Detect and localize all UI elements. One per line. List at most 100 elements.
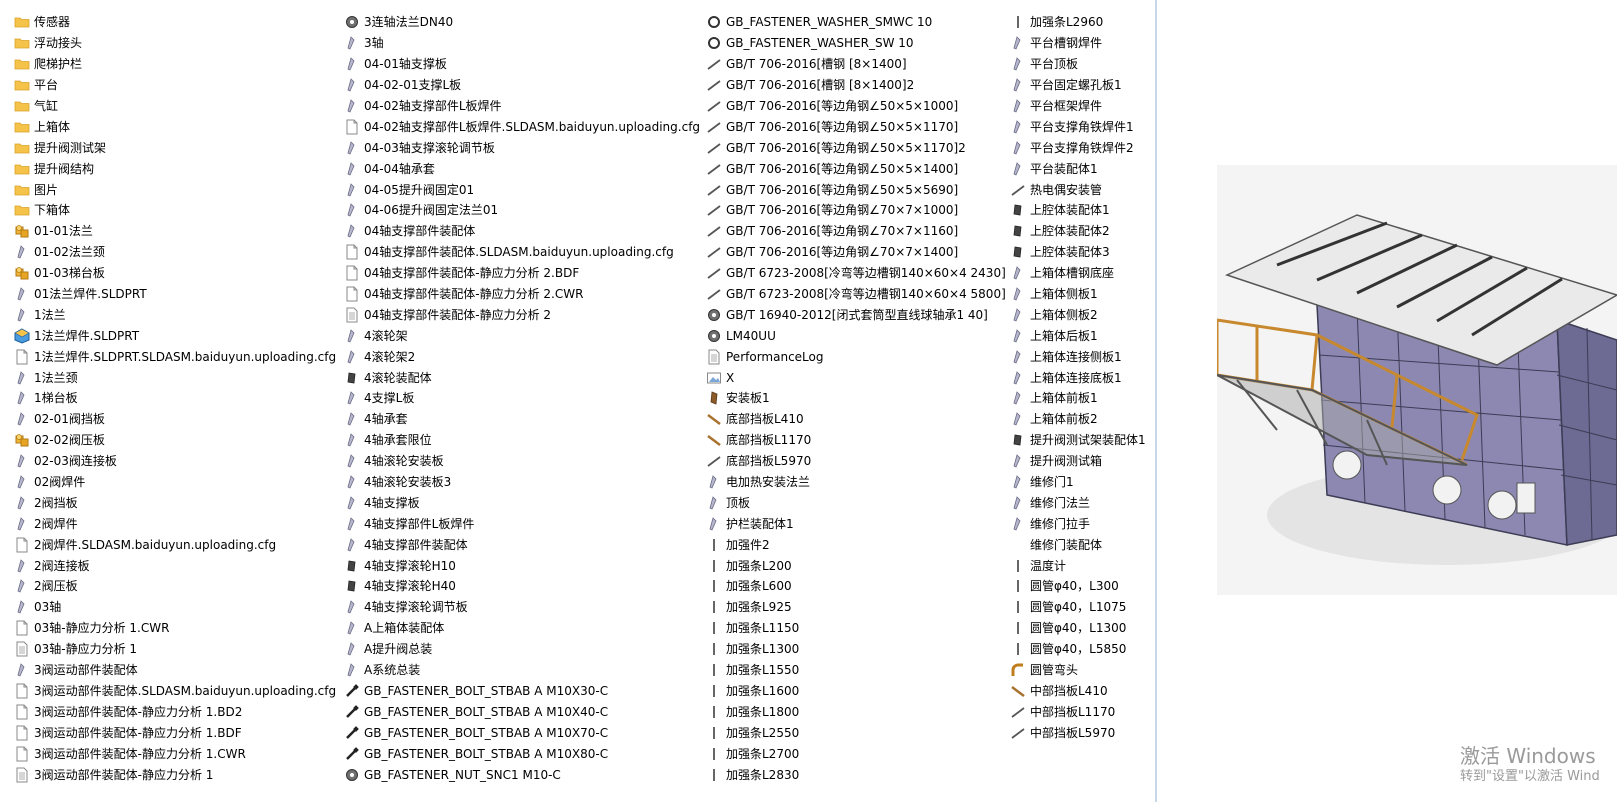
file-item[interactable]: 02阀焊件 <box>14 472 336 493</box>
file-item[interactable]: A提升阀总装 <box>344 639 700 660</box>
file-item[interactable]: 加强条L1300 <box>706 639 1006 660</box>
file-item[interactable]: 4轴滚轮安装板3 <box>344 472 700 493</box>
file-item[interactable]: 03轴-静应力分析 1 <box>14 639 336 660</box>
file-item[interactable]: GB/T 706-2016[等边角钢∠50×5×1170]2 <box>706 137 1006 158</box>
file-item[interactable]: 04轴支撑部件装配体.SLDASM.baiduyun.uploading.cfg <box>344 242 700 263</box>
file-item[interactable]: 04-04轴承套 <box>344 158 700 179</box>
file-item[interactable]: 1梯台板 <box>14 388 336 409</box>
file-item[interactable]: 04-03轴支撑滚轮调节板 <box>344 137 700 158</box>
file-item[interactable]: 4滚轮架 <box>344 325 700 346</box>
file-item[interactable]: 平台顶板 <box>1010 54 1146 75</box>
file-item[interactable]: X <box>706 367 1006 388</box>
file-item[interactable]: GB/T 706-2016[等边角钢∠50×5×5690] <box>706 179 1006 200</box>
file-item[interactable]: 底部挡板L1170 <box>706 430 1006 451</box>
file-item[interactable]: 上箱体槽钢底座 <box>1010 263 1146 284</box>
file-item[interactable]: 上箱体前板2 <box>1010 409 1146 430</box>
file-item[interactable]: 01-01法兰 <box>14 221 336 242</box>
file-item[interactable]: GB_FASTENER_WASHER_SW 10 <box>706 33 1006 54</box>
file-item[interactable]: GB/T 6723-2008[冷弯等边槽钢140×60×4 5800] <box>706 284 1006 305</box>
file-item[interactable]: GB/T 706-2016[等边角钢∠50×5×1170] <box>706 116 1006 137</box>
file-item[interactable]: GB_FASTENER_BOLT_STBAB A M10X80-C <box>344 743 700 764</box>
file-item[interactable]: 上箱体连接侧板1 <box>1010 346 1146 367</box>
file-item[interactable]: 加强条L2550 <box>706 722 1006 743</box>
file-item[interactable]: 提升阀结构 <box>14 158 336 179</box>
file-item[interactable]: 上箱体侧板2 <box>1010 304 1146 325</box>
file-item[interactable]: 04-02-01支撑L板 <box>344 75 700 96</box>
file-item[interactable]: 03轴-静应力分析 1.CWR <box>14 618 336 639</box>
file-item[interactable]: 1法兰焊件.SLDPRT.SLDASM.baiduyun.uploading.c… <box>14 346 336 367</box>
file-item[interactable]: 1法兰焊件.SLDPRT <box>14 325 336 346</box>
file-item[interactable]: 中部挡板L1170 <box>1010 701 1146 722</box>
file-item[interactable]: 4滚轮架2 <box>344 346 700 367</box>
file-item[interactable]: GB/T 706-2016[等边角钢∠70×7×1000] <box>706 200 1006 221</box>
file-item[interactable]: 加强条L1550 <box>706 660 1006 681</box>
file-item[interactable]: GB/T 706-2016[等边角钢∠50×5×1400] <box>706 158 1006 179</box>
file-item[interactable]: 平台槽钢焊件 <box>1010 33 1146 54</box>
file-item[interactable]: 温度计 <box>1010 555 1146 576</box>
file-item[interactable]: 下箱体 <box>14 200 336 221</box>
file-item[interactable]: 上箱体侧板1 <box>1010 284 1146 305</box>
file-item[interactable]: 01-02法兰颈 <box>14 242 336 263</box>
file-item[interactable]: 平台框架焊件 <box>1010 96 1146 117</box>
file-item[interactable]: 平台固定螺孔板1 <box>1010 75 1146 96</box>
file-item[interactable]: GB_FASTENER_BOLT_STBAB A M10X40-C <box>344 701 700 722</box>
file-item[interactable]: 上箱体前板1 <box>1010 388 1146 409</box>
file-item[interactable]: 4轴滚轮安装板 <box>344 451 700 472</box>
file-item[interactable]: 3阀运动部件装配体-静应力分析 1.BD2 <box>14 701 336 722</box>
file-item[interactable]: 安装板1 <box>706 388 1006 409</box>
file-item[interactable]: 图片 <box>14 179 336 200</box>
file-item[interactable]: GB_FASTENER_BOLT_STBAB A M10X70-C <box>344 722 700 743</box>
file-item[interactable]: 4轴支撑滚轮H40 <box>344 576 700 597</box>
file-item[interactable]: 维修门法兰 <box>1010 492 1146 513</box>
file-item[interactable]: LM40UU <box>706 325 1006 346</box>
file-item[interactable]: 维修门1 <box>1010 472 1146 493</box>
file-item[interactable]: 4轴支撑部件L板焊件 <box>344 513 700 534</box>
file-item[interactable]: 04-05提升阀固定01 <box>344 179 700 200</box>
file-item[interactable]: 3轴 <box>344 33 700 54</box>
file-item[interactable]: 1法兰颈 <box>14 367 336 388</box>
file-item[interactable]: 加强条L200 <box>706 555 1006 576</box>
file-item[interactable]: 2阀焊件.SLDASM.baiduyun.uploading.cfg <box>14 534 336 555</box>
file-item[interactable]: 平台支撑角铁焊件1 <box>1010 116 1146 137</box>
file-item[interactable]: 02-01阀挡板 <box>14 409 336 430</box>
file-item[interactable]: 4轴支撑滚轮调节板 <box>344 597 700 618</box>
file-item[interactable]: 上箱体后板1 <box>1010 325 1146 346</box>
file-item[interactable]: 04-06提升阀固定法兰01 <box>344 200 700 221</box>
file-item[interactable]: 4支撑L板 <box>344 388 700 409</box>
file-item[interactable]: 中部挡板L5970 <box>1010 722 1146 743</box>
file-item[interactable]: 加强条L925 <box>706 597 1006 618</box>
file-item[interactable]: A系统总装 <box>344 660 700 681</box>
file-item[interactable]: 04-02轴支撑部件L板焊件.SLDASM.baiduyun.uploading… <box>344 116 700 137</box>
file-item[interactable]: 顶板 <box>706 492 1006 513</box>
file-item[interactable]: GB_FASTENER_WASHER_SMWC 10 <box>706 12 1006 33</box>
file-item[interactable]: 圆管φ40，L300 <box>1010 576 1146 597</box>
file-item[interactable]: 传感器 <box>14 12 336 33</box>
file-item[interactable]: 加强条L600 <box>706 576 1006 597</box>
file-item[interactable]: GB/T 6723-2008[冷弯等边槽钢140×60×4 2430] <box>706 263 1006 284</box>
file-item[interactable]: 底部挡板L410 <box>706 409 1006 430</box>
file-item[interactable]: 加强条L1800 <box>706 701 1006 722</box>
file-item[interactable]: 01-03梯台板 <box>14 263 336 284</box>
file-item[interactable]: GB_FASTENER_BOLT_STBAB A M10X30-C <box>344 681 700 702</box>
file-item[interactable]: 2阀压板 <box>14 576 336 597</box>
file-item[interactable]: GB/T 706-2016[等边角钢∠50×5×1000] <box>706 96 1006 117</box>
file-item[interactable]: GB/T 16940-2012[闭式套筒型直线球轴承1 40] <box>706 304 1006 325</box>
file-item[interactable]: 2阀挡板 <box>14 492 336 513</box>
file-item[interactable]: 加强条L1600 <box>706 681 1006 702</box>
file-item[interactable]: 加强条L2830 <box>706 764 1006 785</box>
file-item[interactable]: 维修门拉手 <box>1010 513 1146 534</box>
file-item[interactable]: GB/T 706-2016[等边角钢∠70×7×1160] <box>706 221 1006 242</box>
file-item[interactable]: 加强条L2960 <box>1010 12 1146 33</box>
file-item[interactable]: 4轴支撑部件装配体 <box>344 534 700 555</box>
file-item[interactable]: 4轴承套 <box>344 409 700 430</box>
file-item[interactable]: 4轴支撑板 <box>344 492 700 513</box>
file-item[interactable]: 04轴支撑部件装配体 <box>344 221 700 242</box>
file-item[interactable]: GB/T 706-2016[等边角钢∠70×7×1400] <box>706 242 1006 263</box>
file-item[interactable]: 04-02轴支撑部件L板焊件 <box>344 96 700 117</box>
file-item[interactable]: A上箱体装配体 <box>344 618 700 639</box>
file-item[interactable]: 圆管弯头 <box>1010 660 1146 681</box>
file-item[interactable]: 热电偶安装管 <box>1010 179 1146 200</box>
file-item[interactable]: 平台装配体1 <box>1010 158 1146 179</box>
file-item[interactable]: 护栏装配体1 <box>706 513 1006 534</box>
file-item[interactable]: 平台支撑角铁焊件2 <box>1010 137 1146 158</box>
